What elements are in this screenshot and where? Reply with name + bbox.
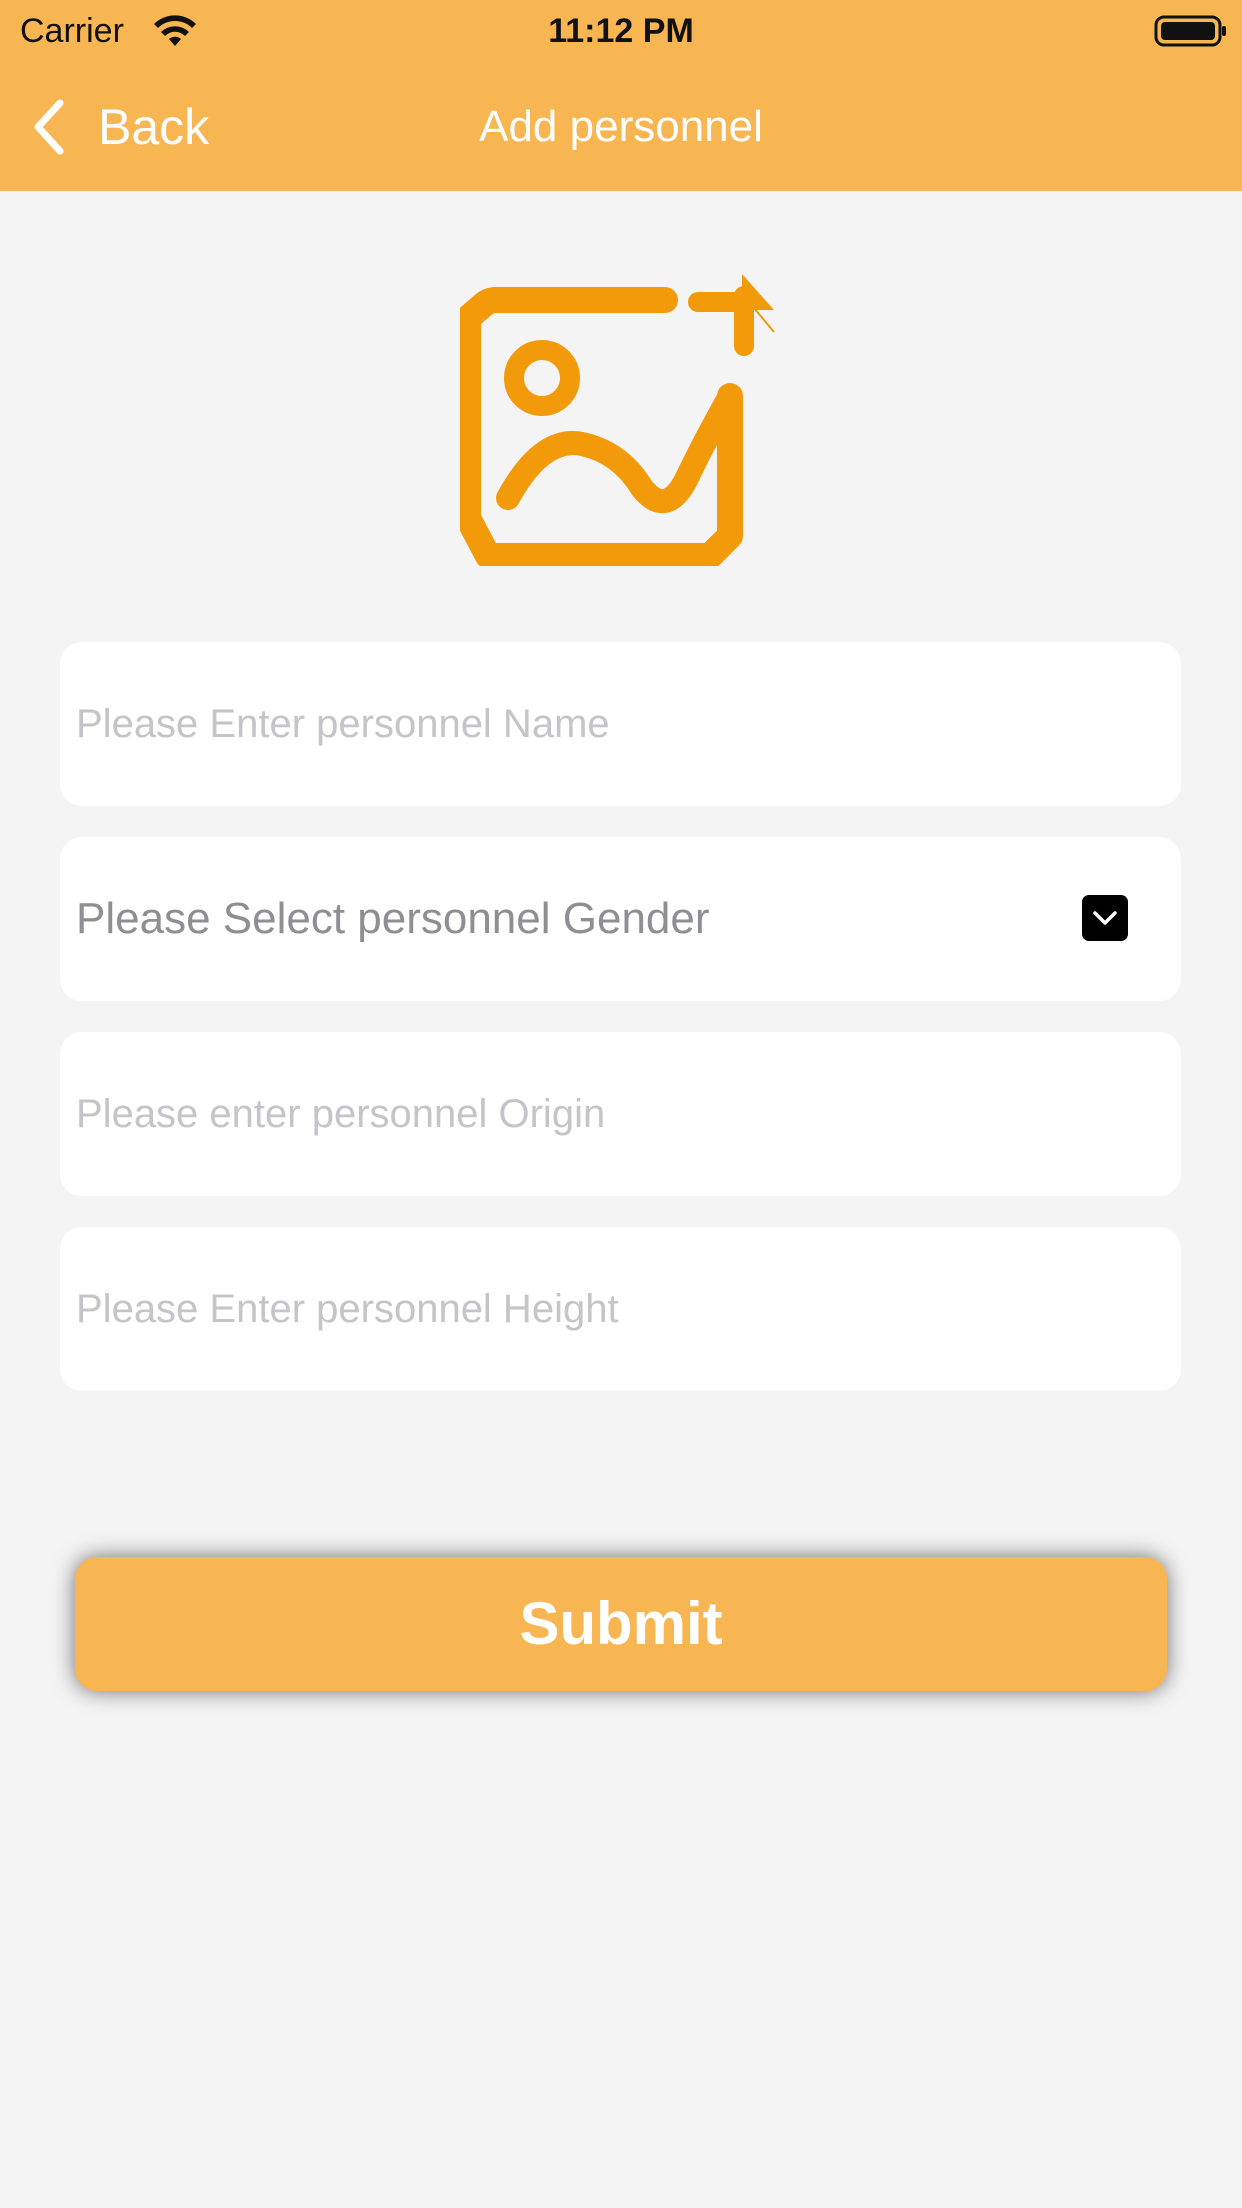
status-bar: Carrier 11:12 PM <box>0 0 1242 62</box>
height-input[interactable] <box>76 1227 1156 1391</box>
submit-button[interactable]: Submit <box>75 1557 1167 1691</box>
height-field[interactable] <box>60 1227 1181 1391</box>
photo-picker[interactable] <box>455 266 776 569</box>
navigation-bar: Back Add personnel <box>0 62 1242 191</box>
gender-select-label: Please Select personnel Gender <box>76 894 710 943</box>
battery-full-icon <box>1154 15 1226 47</box>
page-title: Add personnel <box>479 102 763 151</box>
add-image-icon <box>455 274 775 569</box>
origin-field[interactable] <box>60 1032 1181 1196</box>
chevron-down-icon[interactable] <box>1082 895 1128 941</box>
header: Carrier 11:12 PM Back Add personnel <box>0 0 1242 191</box>
origin-input[interactable] <box>76 1032 1156 1196</box>
name-field[interactable] <box>60 642 1181 806</box>
status-time: 11:12 PM <box>548 12 694 50</box>
gender-select[interactable]: Please Select personnel Gender <box>60 837 1181 1001</box>
name-input[interactable] <box>76 642 1156 806</box>
